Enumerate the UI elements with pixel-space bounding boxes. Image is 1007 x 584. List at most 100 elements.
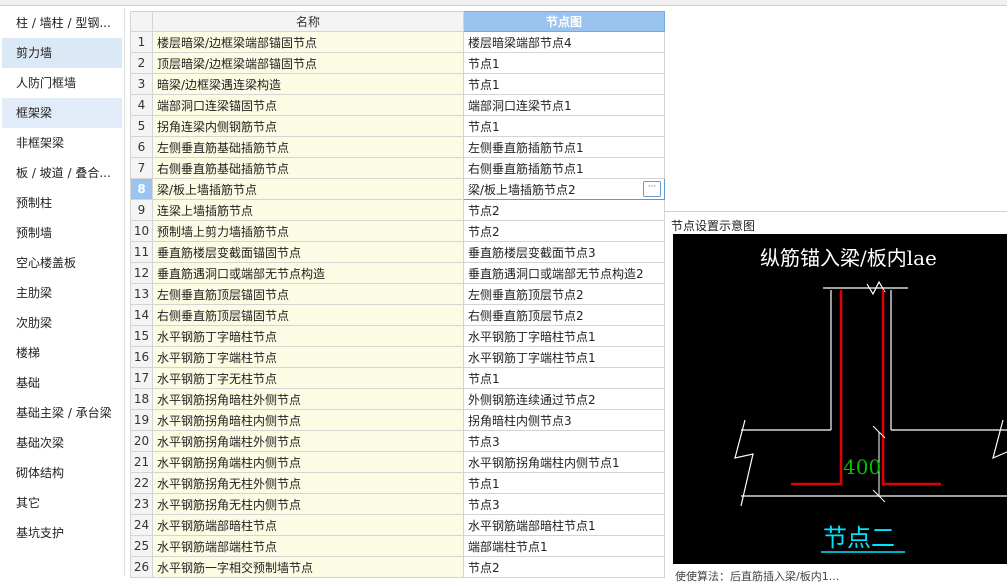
table-row[interactable]: 7 右侧垂直筋基础插筋节点 右侧垂直筋插筋节点1 — [130, 157, 665, 179]
sidebar-item[interactable]: 楼梯 — [2, 338, 122, 368]
row-name-cell[interactable]: 水平钢筋端部暗柱节点 — [152, 514, 464, 536]
sidebar-item[interactable]: 剪力墙 — [2, 38, 122, 68]
table-row[interactable]: 9 连梁上墙插筋节点 节点2 — [130, 199, 665, 221]
row-name-cell[interactable]: 暗梁/边框梁遇连梁构造 — [152, 73, 464, 95]
row-node-cell[interactable]: 节点1 — [463, 73, 665, 95]
row-name-cell[interactable]: 水平钢筋丁字暗柱节点 — [152, 325, 464, 347]
table-row[interactable]: 10 预制墙上剪力墙插筋节点 节点2 — [130, 220, 665, 242]
sidebar-item[interactable]: 基础主梁 / 承台梁 — [2, 398, 122, 428]
row-name-cell[interactable]: 左侧垂直筋基础插筋节点 — [152, 136, 464, 158]
row-name-cell[interactable]: 连梁上墙插筋节点 — [152, 199, 464, 221]
sidebar-item[interactable]: 基坑支护 — [2, 518, 122, 548]
sidebar-item[interactable]: 非框架梁 — [2, 128, 122, 158]
column-header-name[interactable]: 名称 — [152, 11, 464, 32]
row-node-cell[interactable]: 水平钢筋丁字端柱节点1 — [463, 346, 665, 368]
table-row[interactable]: 6 左侧垂直筋基础插筋节点 左侧垂直筋插筋节点1 — [130, 136, 665, 158]
table-row[interactable]: 1 楼层暗梁/边框梁端部锚固节点 楼层暗梁端部节点4 — [130, 31, 665, 53]
row-name-cell[interactable]: 楼层暗梁/边框梁端部锚固节点 — [152, 31, 464, 53]
sidebar-item[interactable]: 基础 — [2, 368, 122, 398]
table-row[interactable]: 26 水平钢筋一字相交预制墙节点 节点2 — [130, 556, 665, 578]
row-node-cell[interactable]: 节点2 — [463, 220, 665, 242]
row-name-cell[interactable]: 垂直筋楼层变截面锚固节点 — [152, 241, 464, 263]
row-node-cell[interactable]: 节点3 — [463, 430, 665, 452]
row-name-cell[interactable]: 水平钢筋丁字端柱节点 — [152, 346, 464, 368]
row-node-cell[interactable]: 节点1 — [463, 52, 665, 74]
table-row[interactable]: 16 水平钢筋丁字端柱节点 水平钢筋丁字端柱节点1 — [130, 346, 665, 368]
table-row[interactable]: 22 水平钢筋拐角无柱外侧节点 节点1 — [130, 472, 665, 494]
row-node-cell[interactable]: 节点2 — [463, 199, 665, 221]
row-name-cell[interactable]: 梁/板上墙插筋节点 — [152, 178, 464, 200]
sidebar-item[interactable]: 框架梁 — [2, 98, 122, 128]
row-node-cell[interactable]: 右侧垂直筋顶层节点2 — [463, 304, 665, 326]
row-name-cell[interactable]: 左侧垂直筋顶层锚固节点 — [152, 283, 464, 305]
row-name-cell[interactable]: 预制墙上剪力墙插筋节点 — [152, 220, 464, 242]
row-node-cell[interactable]: 节点3 — [463, 493, 665, 515]
table-row[interactable]: 5 拐角连梁内侧钢筋节点 节点1 — [130, 115, 665, 137]
row-node-cell[interactable]: 楼层暗梁端部节点4 — [463, 31, 665, 53]
row-name-cell[interactable]: 水平钢筋拐角无柱外侧节点 — [152, 472, 464, 494]
row-node-cell[interactable]: 端部洞口连梁节点1 — [463, 94, 665, 116]
row-node-cell[interactable]: 左侧垂直筋插筋节点1 — [463, 136, 665, 158]
row-name-cell[interactable]: 水平钢筋拐角暗柱内侧节点 — [152, 409, 464, 431]
table-row[interactable]: 14 右侧垂直筋顶层锚固节点 右侧垂直筋顶层节点2 — [130, 304, 665, 326]
sidebar-item[interactable]: 空心楼盖板 — [2, 248, 122, 278]
row-node-cell[interactable]: 节点2 — [463, 556, 665, 578]
row-name-cell[interactable]: 垂直筋遇洞口或端部无节点构造 — [152, 262, 464, 284]
row-node-cell[interactable]: 左侧垂直筋顶层节点2 — [463, 283, 665, 305]
row-name-cell[interactable]: 水平钢筋丁字无柱节点 — [152, 367, 464, 389]
sidebar-item[interactable]: 板 / 坡道 / 叠合... — [2, 158, 122, 188]
row-node-cell[interactable]: 端部端柱节点1 — [463, 535, 665, 557]
row-name-cell[interactable]: 右侧垂直筋基础插筋节点 — [152, 157, 464, 179]
row-name-cell[interactable]: 拐角连梁内侧钢筋节点 — [152, 115, 464, 137]
sidebar-item[interactable]: 预制墙 — [2, 218, 122, 248]
row-name-cell[interactable]: 水平钢筋拐角端柱外侧节点 — [152, 430, 464, 452]
row-node-cell[interactable]: 拐角暗柱内侧节点3 — [463, 409, 665, 431]
table-row[interactable]: 20 水平钢筋拐角端柱外侧节点 节点3 — [130, 430, 665, 452]
row-node-cell[interactable]: 外侧钢筋连续通过节点2 — [463, 388, 665, 410]
sidebar-item[interactable]: 柱 / 墙柱 / 型钢... — [2, 8, 122, 38]
table-row[interactable]: 23 水平钢筋拐角无柱内侧节点 节点3 — [130, 493, 665, 515]
sidebar-item[interactable]: 其它 — [2, 488, 122, 518]
table-row[interactable]: 8 梁/板上墙插筋节点 梁/板上墙插筋节点2 ··· — [130, 178, 665, 200]
row-node-cell[interactable]: 节点1 — [463, 367, 665, 389]
row-index: 4 — [130, 94, 153, 116]
table-row[interactable]: 25 水平钢筋端部端柱节点 端部端柱节点1 — [130, 535, 665, 557]
row-node-cell[interactable]: 节点1 — [463, 472, 665, 494]
row-node-cell[interactable]: 右侧垂直筋插筋节点1 — [463, 157, 665, 179]
row-node-cell[interactable]: 梁/板上墙插筋节点2 ··· — [463, 178, 665, 200]
row-name-cell[interactable]: 端部洞口连梁锚固节点 — [152, 94, 464, 116]
row-name-cell[interactable]: 顶层暗梁/边框梁端部锚固节点 — [152, 52, 464, 74]
row-name-cell[interactable]: 水平钢筋拐角端柱内侧节点 — [152, 451, 464, 473]
sidebar-item[interactable]: 基础次梁 — [2, 428, 122, 458]
sidebar-item[interactable]: 人防门框墙 — [2, 68, 122, 98]
row-node-cell[interactable]: 节点1 — [463, 115, 665, 137]
table-row[interactable]: 18 水平钢筋拐角暗柱外侧节点 外侧钢筋连续通过节点2 — [130, 388, 665, 410]
row-node-cell[interactable]: 水平钢筋拐角端柱内侧节点1 — [463, 451, 665, 473]
table-row[interactable]: 2 顶层暗梁/边框梁端部锚固节点 节点1 — [130, 52, 665, 74]
table-row[interactable]: 17 水平钢筋丁字无柱节点 节点1 — [130, 367, 665, 389]
row-node-cell[interactable]: 水平钢筋端部暗柱节点1 — [463, 514, 665, 536]
sidebar-item[interactable]: 主肋梁 — [2, 278, 122, 308]
table-row[interactable]: 24 水平钢筋端部暗柱节点 水平钢筋端部暗柱节点1 — [130, 514, 665, 536]
row-node-cell[interactable]: 水平钢筋丁字暗柱节点1 — [463, 325, 665, 347]
table-row[interactable]: 3 暗梁/边框梁遇连梁构造 节点1 — [130, 73, 665, 95]
table-row[interactable]: 13 左侧垂直筋顶层锚固节点 左侧垂直筋顶层节点2 — [130, 283, 665, 305]
table-row[interactable]: 12 垂直筋遇洞口或端部无节点构造 垂直筋遇洞口或端部无节点构造2 — [130, 262, 665, 284]
row-name-cell[interactable]: 水平钢筋拐角暗柱外侧节点 — [152, 388, 464, 410]
sidebar-item[interactable]: 次肋梁 — [2, 308, 122, 338]
row-node-cell[interactable]: 垂直筋遇洞口或端部无节点构造2 — [463, 262, 665, 284]
node-picker-button[interactable]: ··· — [643, 181, 661, 197]
row-node-cell[interactable]: 垂直筋楼层变截面节点3 — [463, 241, 665, 263]
sidebar-item[interactable]: 预制柱 — [2, 188, 122, 218]
table-row[interactable]: 4 端部洞口连梁锚固节点 端部洞口连梁节点1 — [130, 94, 665, 116]
table-row[interactable]: 11 垂直筋楼层变截面锚固节点 垂直筋楼层变截面节点3 — [130, 241, 665, 263]
table-row[interactable]: 19 水平钢筋拐角暗柱内侧节点 拐角暗柱内侧节点3 — [130, 409, 665, 431]
row-name-cell[interactable]: 水平钢筋端部端柱节点 — [152, 535, 464, 557]
row-name-cell[interactable]: 水平钢筋一字相交预制墙节点 — [152, 556, 464, 578]
table-row[interactable]: 21 水平钢筋拐角端柱内侧节点 水平钢筋拐角端柱内侧节点1 — [130, 451, 665, 473]
row-name-cell[interactable]: 水平钢筋拐角无柱内侧节点 — [152, 493, 464, 515]
sidebar-item[interactable]: 砌体结构 — [2, 458, 122, 488]
table-row[interactable]: 15 水平钢筋丁字暗柱节点 水平钢筋丁字暗柱节点1 — [130, 325, 665, 347]
column-header-node[interactable]: 节点图 — [463, 11, 665, 32]
row-name-cell[interactable]: 右侧垂直筋顶层锚固节点 — [152, 304, 464, 326]
